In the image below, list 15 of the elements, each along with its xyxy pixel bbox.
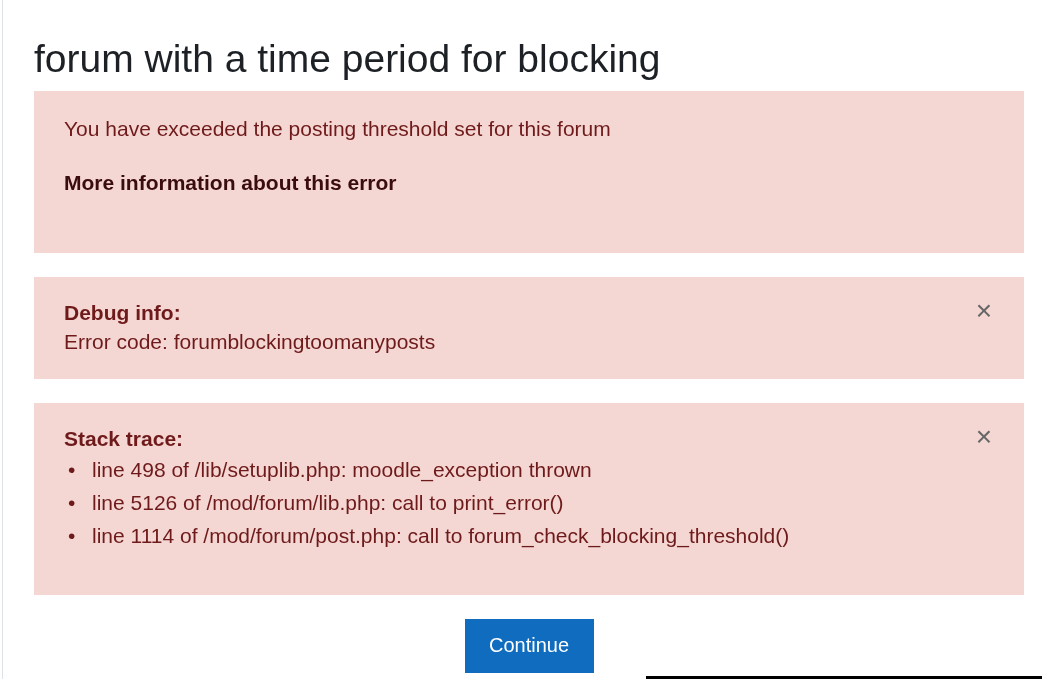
debug-heading: Debug info: xyxy=(64,299,181,326)
close-button[interactable]: × xyxy=(975,422,992,451)
stack-trace-line: line 498 of /lib/setuplib.php: moodle_exception thrown xyxy=(92,456,592,484)
error-code-text: Error code: forumblockingtoomanyposts xyxy=(64,328,437,355)
page-title: forum with a time period for blocking xyxy=(34,36,662,82)
close-button[interactable]: × xyxy=(975,296,992,325)
stack-trace-heading: Stack trace: xyxy=(64,425,184,452)
error-message: You have exceeded the posting threshold set for this forum xyxy=(64,116,612,141)
stack-trace-line: line 5126 of /mod/forum/lib.php: call to print_error() xyxy=(92,489,564,517)
stack-trace-line: line 1114 of /mod/forum/post.php: call to forum_check_blocking_threshold() xyxy=(92,522,790,550)
bullet: • xyxy=(68,456,77,483)
bullet: • xyxy=(68,522,77,549)
bullet: • xyxy=(68,489,77,516)
continue-button[interactable]: Continue xyxy=(464,618,594,673)
more-information-link[interactable]: More information about this error xyxy=(64,170,397,195)
